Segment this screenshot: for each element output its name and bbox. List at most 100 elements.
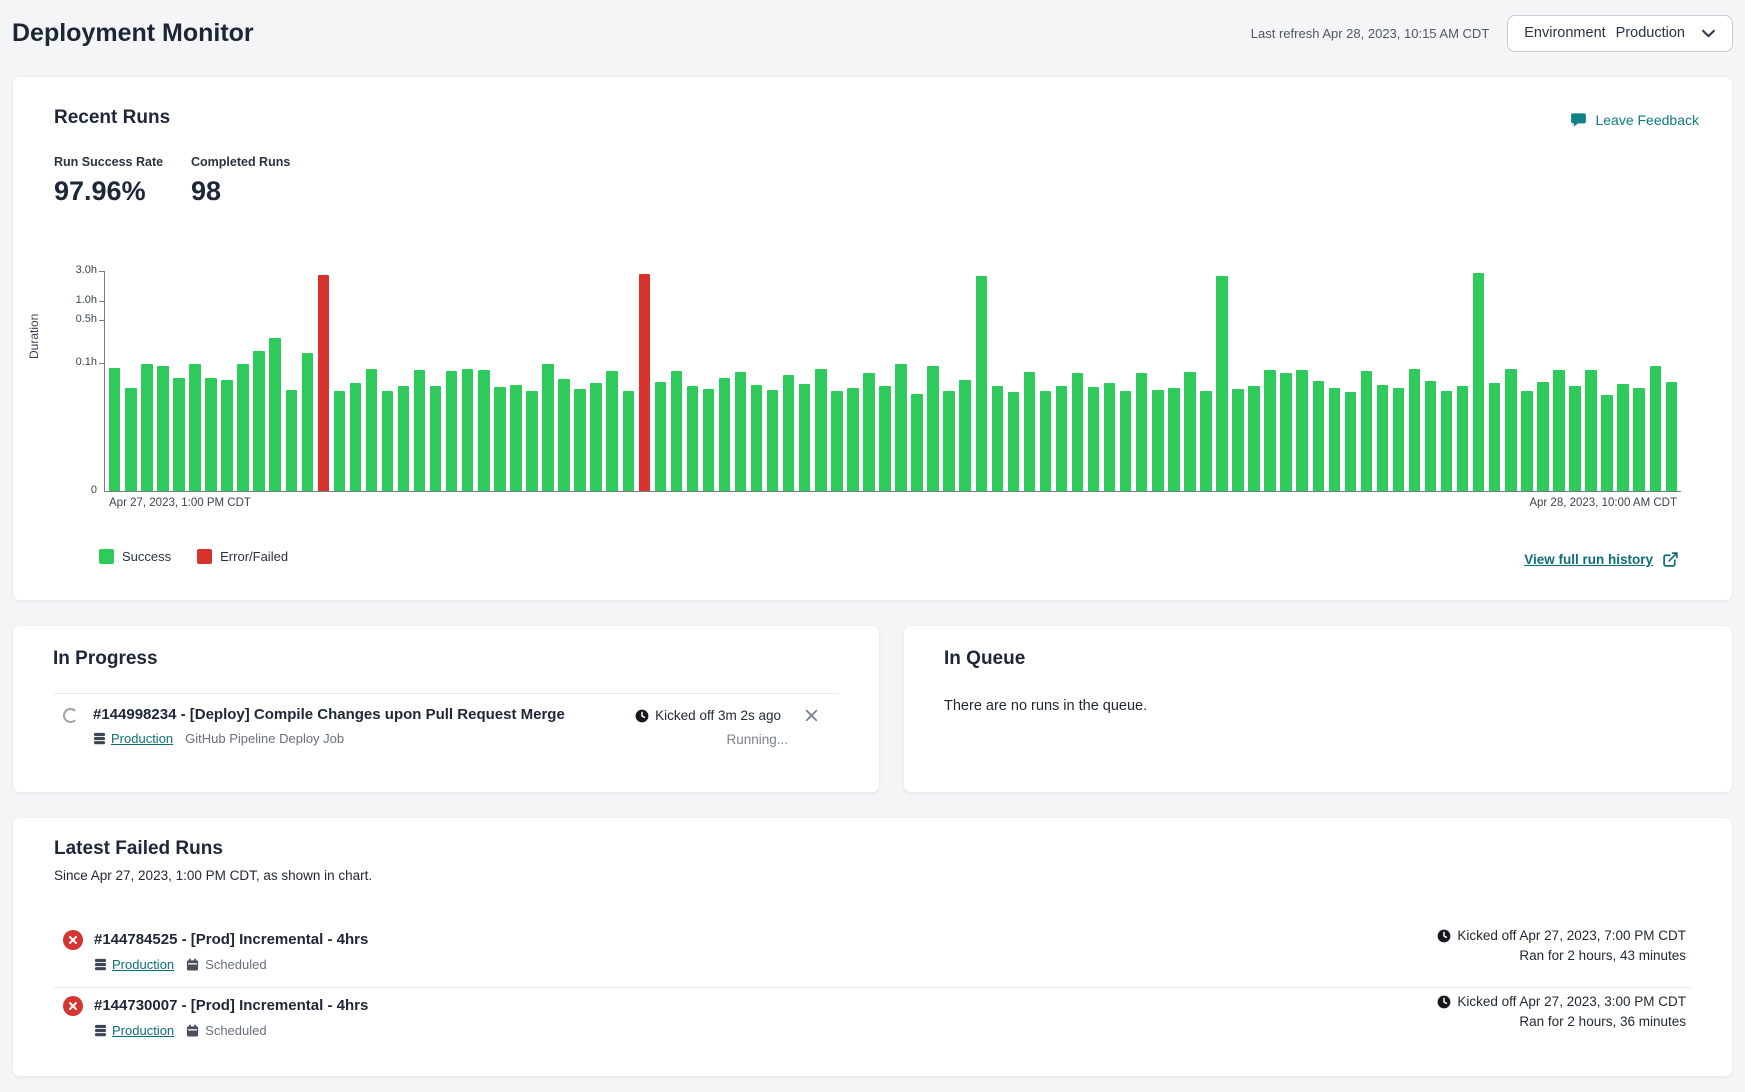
run-bar-success[interactable] [1393,388,1404,491]
run-bar-success[interactable] [253,351,264,491]
run-bar-success[interactable] [1633,388,1644,491]
run-bar-success[interactable] [446,371,457,491]
run-bar-success[interactable] [1617,384,1628,491]
run-bar-success[interactable] [221,380,232,491]
run-bar-success[interactable] [414,370,425,491]
run-bar-success[interactable] [382,391,393,492]
run-bar-success[interactable] [574,389,585,491]
run-bar-success[interactable] [141,364,152,491]
environment-link[interactable]: Production [94,1023,174,1038]
run-bar-success[interactable] [558,379,569,491]
run-bar-success[interactable] [237,364,248,492]
run-bar-success[interactable] [1585,370,1596,491]
run-bar-success[interactable] [1377,385,1388,492]
run-bar-success[interactable] [510,385,521,492]
run-bar-success[interactable] [1296,370,1307,491]
run-bar-success[interactable] [1425,381,1436,491]
run-bar-success[interactable] [1666,382,1677,491]
run-bar-failed[interactable] [318,275,329,491]
run-bar-success[interactable] [863,373,874,491]
run-bar-success[interactable] [1553,370,1564,491]
run-bar-success[interactable] [1521,391,1532,492]
run-bar-success[interactable] [1650,366,1661,491]
run-bar-success[interactable] [1601,395,1612,492]
run-bar-success[interactable] [799,384,810,491]
run-bar-success[interactable] [1569,386,1580,491]
run-bar-success[interactable] [1329,388,1340,491]
run-bar-success[interactable] [302,353,313,491]
run-bar-failed[interactable] [639,274,650,491]
run-bar-success[interactable] [157,366,168,491]
run-bar-success[interactable] [173,378,184,491]
run-bar-success[interactable] [430,386,441,491]
run-bar-success[interactable] [189,364,200,491]
run-bar-success[interactable] [269,338,280,491]
run-bar-success[interactable] [783,375,794,491]
run-bar-success[interactable] [1200,391,1211,492]
run-bar-success[interactable] [109,368,120,491]
close-icon[interactable] [804,708,819,723]
run-bar-success[interactable] [494,387,505,491]
run-bar-success[interactable] [1104,383,1115,491]
run-bar-success[interactable] [1088,387,1099,491]
run-bar-success[interactable] [815,369,826,491]
environment-link[interactable]: Production [94,957,174,972]
run-bar-success[interactable] [1216,276,1227,491]
run-bar-success[interactable] [1473,273,1484,491]
view-full-run-history-link[interactable]: View full run history [1524,551,1679,568]
environment-dropdown[interactable]: Environment Production [1507,15,1733,52]
run-bar-success[interactable] [205,378,216,491]
run-bar-success[interactable] [831,391,842,491]
run-bar-success[interactable] [542,364,553,491]
run-bar-success[interactable] [959,380,970,491]
run-bar-success[interactable] [655,382,666,491]
run-bar-success[interactable] [1120,391,1131,491]
run-bar-success[interactable] [976,276,987,491]
run-bar-success[interactable] [992,386,1003,491]
run-bar-success[interactable] [1152,390,1163,491]
run-bar-success[interactable] [1008,392,1019,491]
run-bar-success[interactable] [1345,392,1356,491]
run-bar-success[interactable] [1024,372,1035,491]
run-bar-success[interactable] [911,394,922,491]
run-bar-success[interactable] [1441,391,1452,492]
run-bar-success[interactable] [943,391,954,491]
run-bar-success[interactable] [1409,369,1420,491]
run-bar-success[interactable] [1184,372,1195,491]
environment-link[interactable]: Production [93,731,173,746]
run-bar-success[interactable] [703,389,714,491]
run-bar-success[interactable] [1457,386,1468,491]
run-bar-success[interactable] [1136,373,1147,491]
run-bar-success[interactable] [767,390,778,491]
leave-feedback-link[interactable]: Leave Feedback [1570,111,1699,128]
run-bar-success[interactable] [350,383,361,491]
run-bar-success[interactable] [606,371,617,491]
run-bar-success[interactable] [286,390,297,491]
run-bar-success[interactable] [125,388,136,491]
run-bar-success[interactable] [1489,383,1500,491]
run-bar-success[interactable] [462,369,473,491]
run-bar-success[interactable] [1056,386,1067,491]
run-bar-success[interactable] [927,366,938,491]
run-bar-success[interactable] [1537,382,1548,491]
run-bar-success[interactable] [751,385,762,492]
run-bar-success[interactable] [334,391,345,492]
run-bar-success[interactable] [590,383,601,491]
run-bar-success[interactable] [735,372,746,491]
run-bar-success[interactable] [1505,369,1516,491]
run-bar-success[interactable] [526,391,537,491]
run-bar-success[interactable] [895,364,906,491]
run-bar-success[interactable] [1313,381,1324,491]
run-bar-success[interactable] [398,386,409,491]
run-bar-success[interactable] [1361,371,1372,491]
run-bar-success[interactable] [366,369,377,491]
run-bar-success[interactable] [1072,373,1083,491]
run-bar-success[interactable] [847,388,858,491]
run-bar-success[interactable] [1280,373,1291,491]
run-bar-success[interactable] [1168,388,1179,491]
run-bar-success[interactable] [623,391,634,492]
run-bar-success[interactable] [719,378,730,491]
run-bar-success[interactable] [1248,386,1259,491]
run-bar-success[interactable] [671,371,682,491]
run-bar-success[interactable] [879,386,890,491]
